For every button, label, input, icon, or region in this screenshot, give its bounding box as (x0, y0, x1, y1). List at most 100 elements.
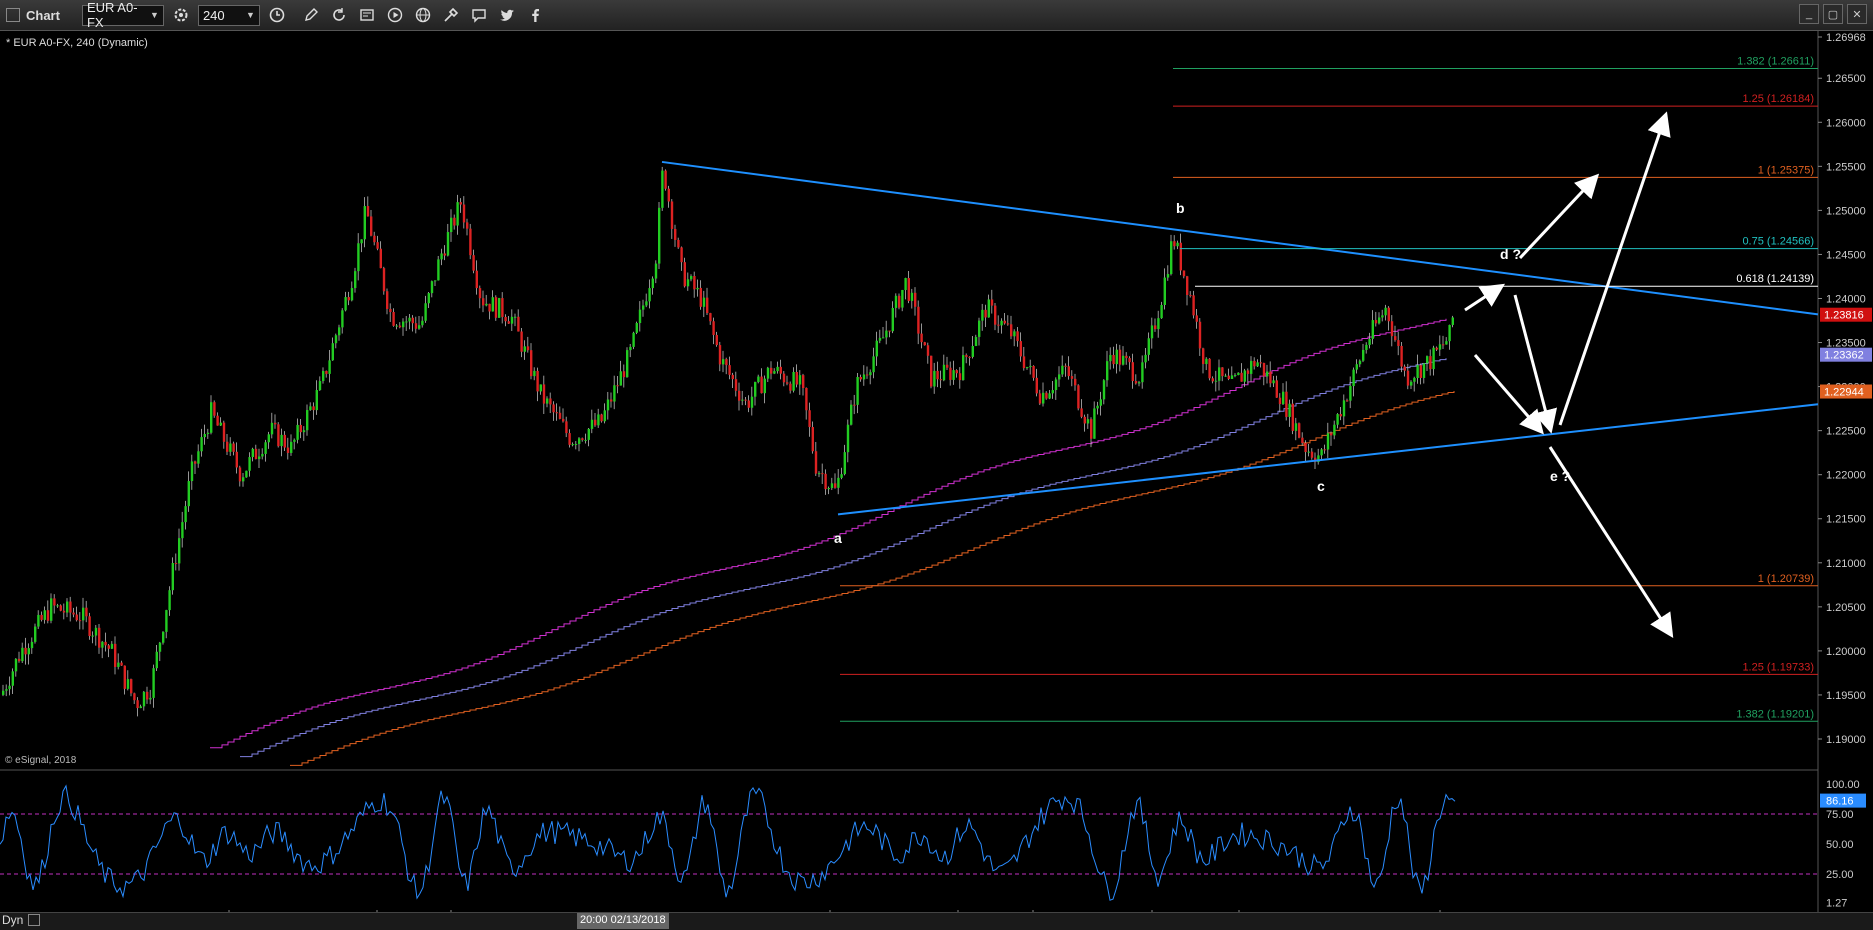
chart-symbol-label: * EUR A0-FX, 240 (Dynamic) (6, 37, 148, 49)
projection-arrow (1473, 354, 1544, 435)
candle-body (1122, 355, 1125, 365)
candle-body (926, 345, 930, 356)
candle-body (485, 303, 488, 306)
candle-body (552, 404, 555, 413)
dyn-toggle[interactable] (28, 914, 40, 926)
projection-arrow (1558, 111, 1671, 426)
candle-body (728, 365, 731, 375)
candle-body (587, 428, 590, 440)
candle-body (1323, 449, 1326, 451)
candle-body (328, 360, 331, 374)
candle-body (146, 691, 149, 700)
candle-body (802, 375, 805, 389)
candle-body (1381, 315, 1384, 318)
price-badge-label: 1.22944 (1824, 387, 1864, 399)
candle-body (1278, 397, 1282, 405)
candle-body (786, 382, 789, 384)
candle-body (635, 323, 638, 333)
candle-body (1346, 400, 1349, 402)
oscillator-tick-label: 50.00 (1826, 839, 1854, 851)
candle-body (5, 689, 8, 691)
candle-body (1218, 367, 1221, 381)
candle-body (795, 371, 798, 385)
candle-body (376, 242, 379, 249)
candle-body (773, 371, 776, 374)
candle-body (1058, 374, 1061, 380)
candle-body (1400, 345, 1403, 367)
candle-body (126, 679, 130, 689)
candle-body (184, 506, 187, 523)
candle-body (942, 364, 946, 381)
candle-body (923, 342, 926, 346)
oscillator-tick-label: 1.27 (1826, 897, 1847, 909)
price-chart[interactable]: 1.382 (1.26611) 1.25 (1.26184) 1 (1.25375)… (0, 0, 1873, 930)
candle-body (1390, 321, 1394, 337)
candle-body (322, 370, 325, 382)
price-tick-label: 1.26968 (1826, 32, 1866, 44)
candle-body (1045, 392, 1048, 399)
candle-body (997, 324, 1000, 326)
fib-level-label: 1.25 (1.19733) (1742, 661, 1814, 673)
candle-body (344, 297, 347, 311)
candle-body (494, 297, 498, 318)
candle-body (1038, 393, 1042, 404)
candle-body (482, 298, 485, 306)
candle-body (901, 290, 904, 308)
candle-body (1262, 362, 1266, 377)
candle-body (1269, 371, 1272, 384)
candle-body (418, 325, 421, 329)
candle-body (677, 239, 680, 248)
candle-body (654, 263, 658, 279)
candle-body (702, 297, 706, 307)
candle-body (882, 337, 885, 339)
candle-body (722, 359, 725, 365)
candle-body (382, 268, 386, 292)
candle-body (949, 367, 952, 380)
candle-body (117, 662, 120, 667)
candle-body (1429, 356, 1432, 370)
candle-body (872, 356, 875, 373)
candle-body (968, 356, 971, 358)
candle-body (222, 422, 226, 442)
candle-body (1032, 365, 1035, 378)
candle-body (254, 448, 258, 460)
candle-body (1422, 363, 1426, 378)
candle-body (520, 331, 523, 352)
candle-body (395, 325, 398, 327)
candle-body (648, 288, 651, 302)
candle-body (1339, 414, 1342, 417)
price-tick-label: 1.24500 (1826, 249, 1866, 261)
candle-body (731, 374, 734, 380)
candle-body (2, 690, 5, 695)
candle-body (1154, 325, 1157, 330)
candle-body (1291, 403, 1294, 431)
candle-body (914, 292, 917, 307)
candle-body (1048, 393, 1051, 399)
candle-body (770, 367, 773, 374)
candle-body (1358, 360, 1362, 365)
price-tick-label: 1.24000 (1826, 293, 1866, 305)
candle-body (581, 438, 584, 440)
candle-body (1003, 320, 1006, 324)
candle-body (939, 379, 942, 381)
candle-body (360, 239, 363, 244)
candle-body (1096, 405, 1099, 409)
candle-body (299, 424, 302, 433)
candle-body (1435, 347, 1438, 350)
candle-body (1214, 380, 1218, 382)
candle-body (389, 308, 392, 313)
candle-body (526, 346, 530, 351)
candle-body (1211, 378, 1214, 382)
candle-body (178, 538, 181, 564)
candle-body (155, 651, 158, 669)
candle-body (107, 645, 110, 649)
candle-body (450, 217, 453, 233)
candle-body (14, 658, 18, 672)
candle-body (1403, 366, 1406, 371)
candle-body (1419, 365, 1422, 378)
candle-body (110, 643, 114, 649)
candle-body (1234, 375, 1237, 377)
candle-body (536, 370, 539, 392)
candle-body (555, 412, 558, 414)
candle-body (411, 317, 414, 324)
